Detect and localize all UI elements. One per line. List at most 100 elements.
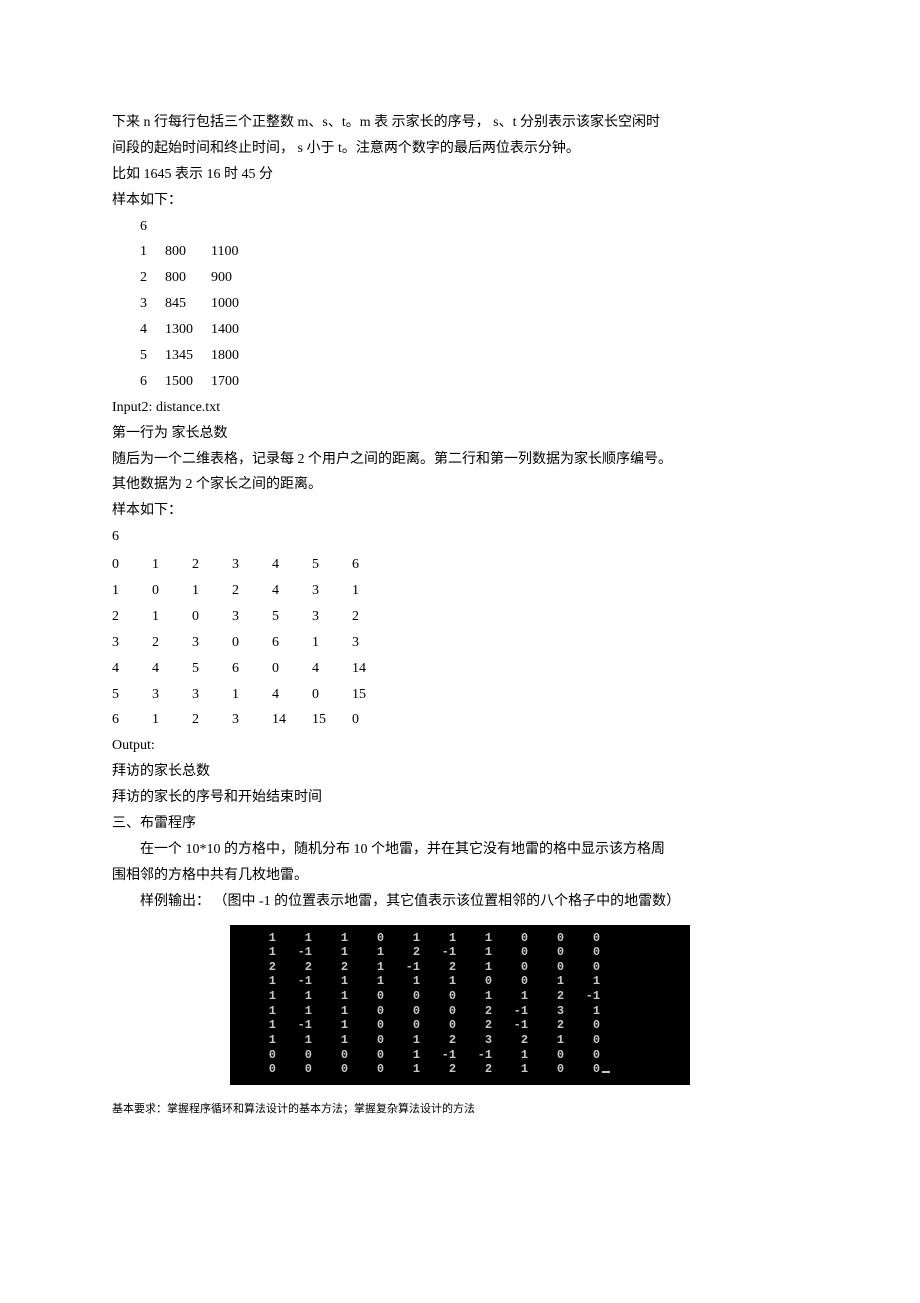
- input2-line: 第一行为 家长总数: [112, 421, 808, 447]
- paragraph-line: 下来 n 行每行包括三个正整数 m、s、t。m 表 示家长的序号， s、t 分别…: [112, 110, 808, 136]
- output-line: 拜访的家长总数: [112, 759, 808, 785]
- sample1-table: 1800110028009003845100041300140051345180…: [140, 239, 257, 394]
- footer-requirement: 基本要求：掌握程序循环和算法设计的基本方法；掌握复杂算法设计的方法: [112, 1101, 808, 1119]
- table-cell: 3: [232, 552, 272, 578]
- table-cell: 3: [112, 630, 152, 656]
- table-cell: 6: [352, 552, 392, 578]
- table-row: 2103532: [112, 604, 392, 630]
- table-cell: 2: [192, 552, 232, 578]
- table-row: 2800900: [140, 265, 257, 291]
- output-label: Output:: [112, 733, 808, 759]
- table-cell: 1100: [211, 239, 257, 265]
- table-cell: 900: [211, 265, 257, 291]
- table-cell: 1: [152, 604, 192, 630]
- table-row: 38451000: [140, 291, 257, 317]
- console-output: 1 1 1 0 1 1 1 0 0 0 1 -1 1 1 2 -1 1 0 0 …: [230, 925, 690, 1085]
- input2-line: 其他数据为 2 个家长之间的距离。: [112, 472, 808, 498]
- table-cell: 0: [232, 630, 272, 656]
- table-cell: 1: [140, 239, 165, 265]
- table-cell: 3: [192, 682, 232, 708]
- table-cell: 4: [272, 578, 312, 604]
- table-cell: 2: [140, 265, 165, 291]
- table-cell: 2: [112, 604, 152, 630]
- sample2-table: 0123456101243121035323230613445604145331…: [112, 552, 392, 733]
- table-cell: 1: [312, 630, 352, 656]
- table-cell: 1: [192, 578, 232, 604]
- table-cell: 3: [232, 604, 272, 630]
- table-cell: 2: [152, 630, 192, 656]
- table-row: 615001700: [140, 369, 257, 395]
- table-cell: 1500: [165, 369, 211, 395]
- table-cell: 6: [272, 630, 312, 656]
- table-cell: 2: [352, 604, 392, 630]
- table-row: 1012431: [112, 578, 392, 604]
- table-cell: 15: [312, 707, 352, 733]
- table-cell: 1: [232, 682, 272, 708]
- table-cell: 3: [152, 682, 192, 708]
- table-cell: 3: [312, 578, 352, 604]
- cursor-icon: [602, 1071, 610, 1073]
- table-cell: 800: [165, 265, 211, 291]
- table-cell: 1: [352, 578, 392, 604]
- table-cell: 4: [152, 656, 192, 682]
- table-cell: 0: [192, 604, 232, 630]
- table-cell: 3: [232, 707, 272, 733]
- table-cell: 1: [152, 707, 192, 733]
- table-cell: 0: [312, 682, 352, 708]
- table-row: 18001100: [140, 239, 257, 265]
- table-cell: 3: [352, 630, 392, 656]
- table-cell: 5: [112, 682, 152, 708]
- table-cell: 14: [352, 656, 392, 682]
- paragraph-line: 间段的起始时间和终止时间， s 小于 t。注意两个数字的最后两位表示分钟。: [112, 136, 808, 162]
- table-cell: 5: [312, 552, 352, 578]
- table-cell: 6: [232, 656, 272, 682]
- table-cell: 4: [112, 656, 152, 682]
- table-cell: 4: [272, 682, 312, 708]
- section3-title: 三、布雷程序: [112, 811, 808, 837]
- table-cell: 0: [112, 552, 152, 578]
- sample2-label: 样本如下：: [112, 498, 808, 524]
- table-row: 0123456: [112, 552, 392, 578]
- table-cell: 3: [192, 630, 232, 656]
- table-row: 612314150: [112, 707, 392, 733]
- table-cell: 1800: [211, 343, 257, 369]
- sample1-n: 6: [112, 214, 808, 240]
- table-cell: 0: [272, 656, 312, 682]
- table-cell: 1700: [211, 369, 257, 395]
- table-row: 44560414: [112, 656, 392, 682]
- table-row: 413001400: [140, 317, 257, 343]
- sample2-n: 6: [112, 524, 808, 550]
- section3-paragraph-line: 在一个 10*10 的方格中，随机分布 10 个地雷，并在其它没有地雷的格中显示…: [112, 837, 808, 863]
- table-row: 513451800: [140, 343, 257, 369]
- section3-paragraph-line: 围相邻的方格中共有几枚地雷。: [112, 863, 808, 889]
- table-cell: 5: [272, 604, 312, 630]
- table-cell: 0: [152, 578, 192, 604]
- table-cell: 2: [232, 578, 272, 604]
- input2-line: 随后为一个二维表格，记录每 2 个用户之间的距离。第二行和第一列数据为家长顺序编…: [112, 447, 808, 473]
- table-cell: 1: [112, 578, 152, 604]
- paragraph-line: 比如 1645 表示 16 时 45 分: [112, 162, 808, 188]
- table-row: 53314015: [112, 682, 392, 708]
- table-cell: 3: [140, 291, 165, 317]
- table-cell: 1300: [165, 317, 211, 343]
- output-line: 拜访的家长的序号和开始结束时间: [112, 785, 808, 811]
- table-cell: 4: [140, 317, 165, 343]
- section3-sample-output-label: 样例输出： （图中 -1 的位置表示地雷，其它值表示该位置相邻的八个格子中的地雷…: [112, 889, 808, 915]
- table-cell: 1: [152, 552, 192, 578]
- input2-label: Input2: distance.txt: [112, 395, 808, 421]
- table-row: 3230613: [112, 630, 392, 656]
- table-cell: 14: [272, 707, 312, 733]
- table-cell: 2: [192, 707, 232, 733]
- table-cell: 6: [140, 369, 165, 395]
- table-cell: 4: [272, 552, 312, 578]
- table-cell: 15: [352, 682, 392, 708]
- table-cell: 800: [165, 239, 211, 265]
- table-cell: 1400: [211, 317, 257, 343]
- table-cell: 5: [192, 656, 232, 682]
- table-cell: 5: [140, 343, 165, 369]
- table-cell: 4: [312, 656, 352, 682]
- table-cell: 6: [112, 707, 152, 733]
- table-cell: 1000: [211, 291, 257, 317]
- sample1-label: 样本如下：: [112, 188, 808, 214]
- table-cell: 3: [312, 604, 352, 630]
